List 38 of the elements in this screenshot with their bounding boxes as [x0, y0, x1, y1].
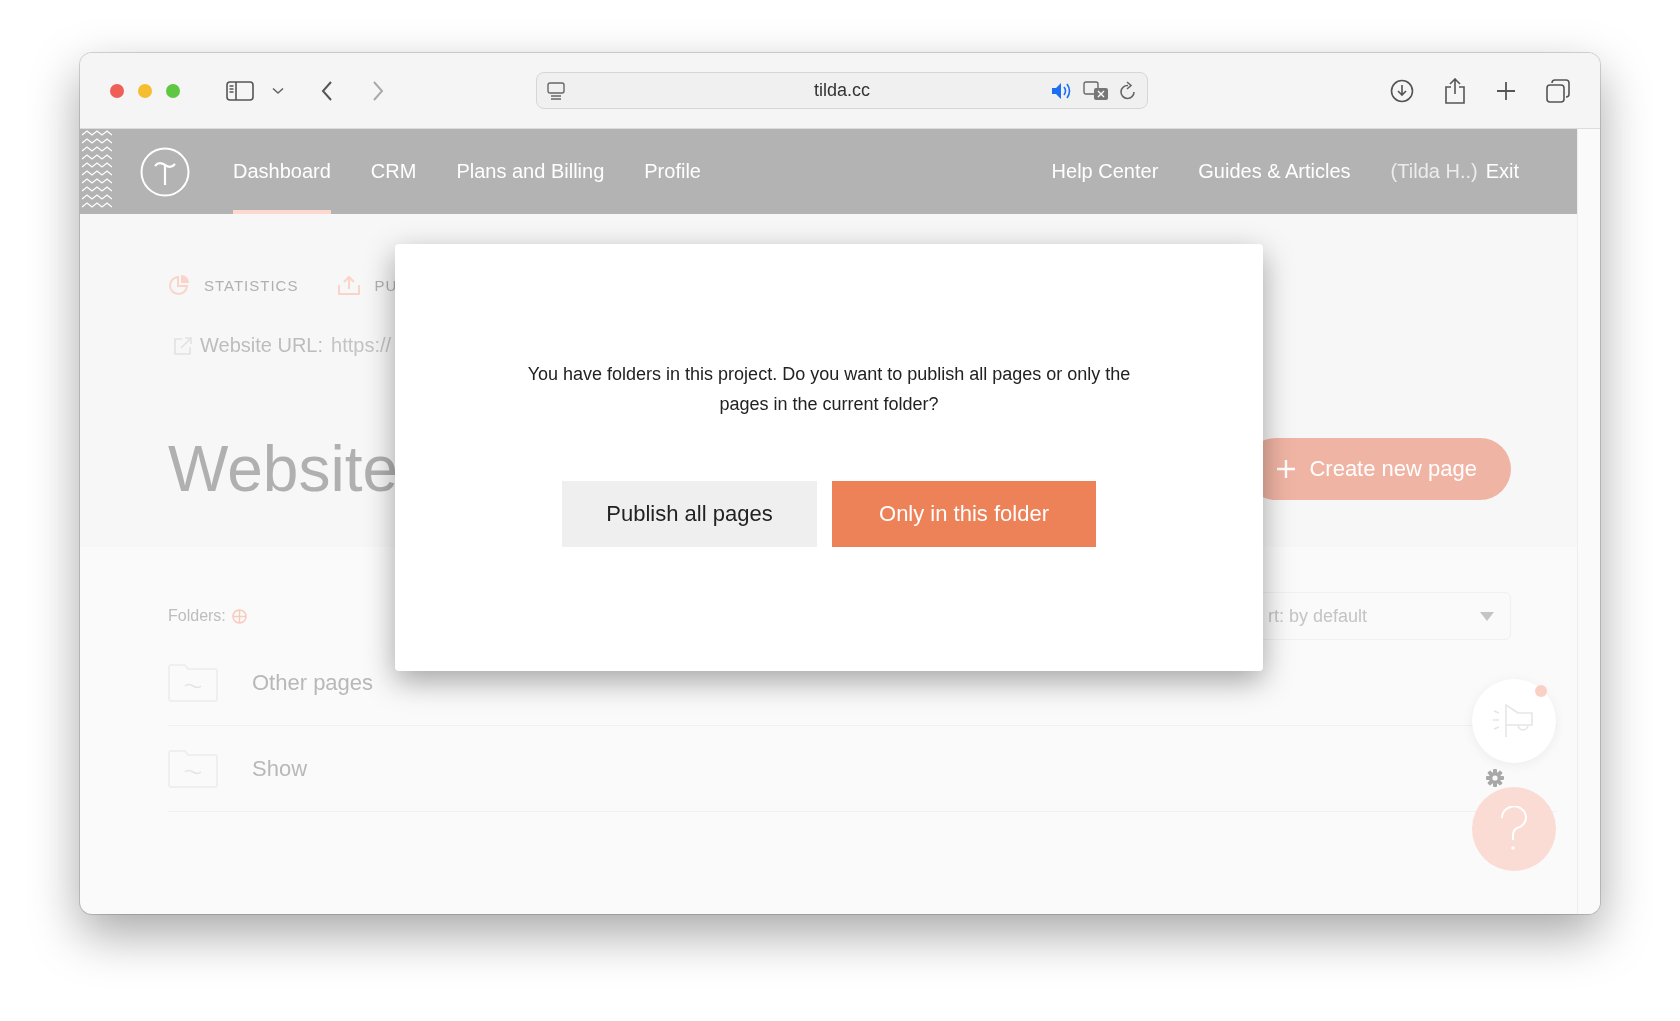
- new-tab-icon[interactable]: [1496, 80, 1516, 101]
- nav-link[interactable]: Guides & Articles: [1198, 160, 1351, 183]
- question-mark-icon: [1500, 806, 1528, 852]
- folder-name: Show: [252, 755, 308, 782]
- translate-icon[interactable]: [1083, 80, 1109, 101]
- url-text: tilda.cc: [813, 80, 871, 101]
- back-icon[interactable]: [321, 80, 333, 101]
- account-name: (Tilda H..): [1390, 160, 1478, 183]
- folders-label: Folders:: [168, 607, 226, 625]
- address-bar[interactable]: tilda.cc: [536, 72, 1148, 109]
- nav-link[interactable]: Help Center: [1051, 160, 1159, 183]
- nav-tab[interactable]: Plans and Billing: [456, 129, 605, 214]
- download-icon[interactable]: [1390, 78, 1414, 103]
- confirm-button[interactable]: Only in this folder: [832, 481, 1096, 547]
- publish-tab[interactable]: PU: [374, 276, 398, 294]
- exit-link[interactable]: Exit: [1485, 160, 1519, 183]
- reload-icon[interactable]: [1119, 80, 1137, 101]
- nav-tab[interactable]: CRM: [370, 129, 417, 214]
- logo-icon[interactable]: [140, 146, 190, 197]
- chevron-down-icon[interactable]: [272, 86, 284, 95]
- sidebar-icon[interactable]: [226, 80, 254, 101]
- dropdown-arrow-icon: [1480, 611, 1494, 621]
- speaker-icon[interactable]: [1051, 81, 1073, 100]
- folder-name: Other pages: [252, 669, 374, 696]
- website-url-label: Website URL:: [200, 334, 323, 357]
- statistics-tab[interactable]: STATISTICS: [204, 276, 299, 294]
- settings-icon[interactable]: [1486, 769, 1504, 787]
- close-button[interactable]: [110, 83, 124, 98]
- publish-all-button[interactable]: Publish all pages: [562, 481, 817, 547]
- plus-icon: [1277, 460, 1296, 478]
- dialog-message: You have folders in this project. Do you want to publish all pages or only the pages in the current folder?: [526, 363, 1132, 416]
- project-title: Website: [168, 432, 399, 507]
- megaphone-icon: [1492, 703, 1536, 739]
- tabs-overview-icon[interactable]: [1546, 78, 1570, 103]
- forward-icon[interactable]: [372, 80, 384, 101]
- share-icon[interactable]: [1444, 77, 1466, 104]
- nav-tab[interactable]: Profile: [644, 129, 701, 214]
- page-menu-icon[interactable]: [547, 81, 565, 100]
